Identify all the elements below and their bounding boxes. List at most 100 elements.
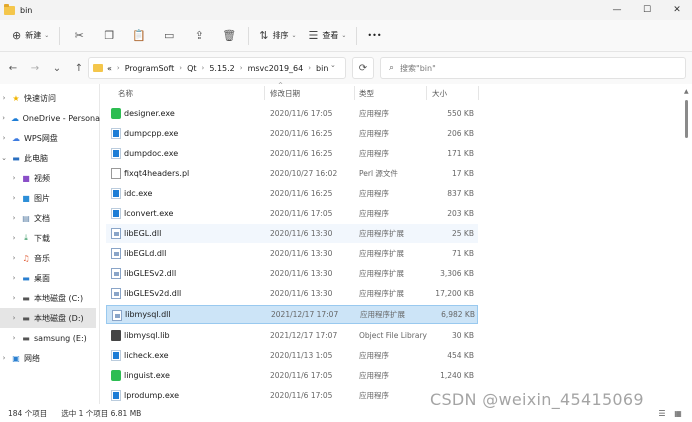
scroll-thumb[interactable] bbox=[685, 100, 688, 138]
cloud-icon: ☁ bbox=[11, 113, 19, 123]
file-row[interactable]: libGLESv2.dll 2020/11/6 13:30 应用程序扩展 3,3… bbox=[106, 264, 478, 283]
maximize-button[interactable]: ☐ bbox=[632, 0, 662, 20]
file-row[interactable]: dumpcpp.exe 2020/11/6 16:25 应用程序 206 KB bbox=[106, 124, 478, 143]
file-row[interactable]: linguist.exe 2020/11/6 17:05 应用程序 1,240 … bbox=[106, 366, 478, 385]
column-divider[interactable] bbox=[478, 86, 479, 100]
file-name: libmysql.lib bbox=[124, 331, 170, 340]
file-row[interactable]: designer.exe 2020/11/6 17:05 应用程序 550 KB bbox=[106, 104, 478, 123]
chevron-right-icon[interactable]: › bbox=[10, 294, 18, 302]
command-bar: ⊕ 新建 ⌄ ✂ ❐ 📋 ▭ ⇪ 🗑 ⇅ 排序 ⌄ ☰ 查看 ⌄ ••• bbox=[0, 20, 692, 52]
scroll-up-icon[interactable]: ▲ bbox=[684, 88, 689, 95]
divider bbox=[356, 26, 358, 45]
file-row[interactable]: libGLESv2d.dll 2020/11/6 13:30 应用程序扩展 17… bbox=[106, 284, 478, 303]
search-box[interactable]: ⌕ bbox=[380, 57, 686, 79]
column-header-date[interactable]: 修改日期 bbox=[270, 84, 356, 102]
share-button[interactable]: ⇪ bbox=[184, 24, 214, 48]
more-icon: ••• bbox=[367, 31, 382, 40]
file-row[interactable]: lprodump.exe 2020/11/6 17:05 应用程序 bbox=[106, 386, 478, 405]
file-row[interactable]: licheck.exe 2020/11/13 1:05 应用程序 454 KB bbox=[106, 346, 478, 365]
chevron-right-icon[interactable]: › bbox=[10, 274, 18, 282]
file-size: 454 KB bbox=[447, 351, 474, 360]
file-row[interactable]: libmysql.lib 2021/12/17 17:07 Object Fil… bbox=[106, 326, 478, 345]
chevron-right-icon[interactable]: › bbox=[0, 134, 8, 142]
file-row[interactable]: libEGL.dll 2020/11/6 13:30 应用程序扩展 25 KB bbox=[106, 224, 478, 243]
sidebar-item-music[interactable]: › ♫ 音乐 bbox=[0, 248, 100, 268]
file-name: libmysql.dll bbox=[125, 310, 171, 319]
sidebar-item-quick-access[interactable]: › ★ 快速访问 bbox=[0, 88, 100, 108]
file-row-selected[interactable]: libmysql.dll 2021/12/17 17:07 应用程序扩展 6,9… bbox=[106, 305, 478, 324]
file-row[interactable]: libEGLd.dll 2020/11/6 13:30 应用程序扩展 71 KB bbox=[106, 244, 478, 263]
file-row[interactable]: fixqt4headers.pl 2020/10/27 16:02 Perl 源… bbox=[106, 164, 478, 183]
sidebar-item-videos[interactable]: › ■ 视频 bbox=[0, 168, 100, 188]
address-dropdown-icon[interactable]: ⌄ bbox=[330, 61, 336, 69]
tiles-view-icon[interactable]: ▦ bbox=[672, 407, 684, 419]
file-name: lprodump.exe bbox=[124, 391, 180, 400]
sidebar-item-drive-e[interactable]: › ▬ samsung (E:) bbox=[0, 328, 100, 348]
refresh-button[interactable]: ⟳ bbox=[352, 57, 374, 79]
dll-icon bbox=[111, 248, 121, 259]
sidebar-item-this-pc[interactable]: ⌄ ▬ 此电脑 bbox=[0, 148, 100, 168]
breadcrumb-item[interactable]: 5.15.2 bbox=[209, 64, 234, 73]
new-label: 新建 bbox=[25, 31, 42, 40]
vertical-scrollbar[interactable]: ▲ bbox=[682, 84, 692, 404]
sidebar-item-network[interactable]: › ▣ 网络 bbox=[0, 348, 100, 368]
minimize-button[interactable]: — bbox=[602, 0, 632, 20]
chevron-right-icon[interactable]: › bbox=[10, 334, 18, 342]
up-button[interactable]: ↑ bbox=[68, 57, 90, 79]
chevron-right-icon[interactable]: › bbox=[10, 314, 18, 322]
copy-button[interactable]: ❐ bbox=[94, 24, 124, 48]
sidebar-item-desktop[interactable]: › ▬ 桌面 bbox=[0, 268, 100, 288]
sidebar-item-documents[interactable]: › ▤ 文档 bbox=[0, 208, 100, 228]
sidebar-item-drive-d[interactable]: › ▬ 本地磁盘 (D:) bbox=[0, 308, 96, 328]
file-type: 应用程序 bbox=[359, 209, 389, 218]
file-name: linguist.exe bbox=[124, 371, 170, 380]
chevron-right-icon[interactable]: › bbox=[10, 214, 18, 222]
column-divider[interactable] bbox=[426, 86, 427, 100]
delete-button[interactable]: 🗑 bbox=[214, 24, 244, 48]
sidebar-item-wps[interactable]: › ☁ WPS网盘 bbox=[0, 128, 100, 148]
paste-button[interactable]: 📋 bbox=[124, 24, 154, 48]
more-button[interactable]: ••• bbox=[361, 24, 387, 48]
sidebar-item-pictures[interactable]: › ■ 图片 bbox=[0, 188, 100, 208]
chevron-right-icon[interactable]: › bbox=[0, 114, 7, 122]
new-button[interactable]: ⊕ 新建 ⌄ bbox=[6, 24, 55, 48]
back-button[interactable]: ← bbox=[2, 57, 24, 79]
sort-button[interactable]: ⇅ 排序 ⌄ bbox=[253, 24, 302, 48]
forward-button[interactable]: → bbox=[24, 57, 46, 79]
column-divider[interactable] bbox=[354, 86, 355, 100]
sidebar-item-downloads[interactable]: › ⤓ 下载 bbox=[0, 228, 100, 248]
file-row[interactable]: idc.exe 2020/11/6 16:25 应用程序 837 KB bbox=[106, 184, 478, 203]
breadcrumb-overflow[interactable]: « bbox=[107, 64, 112, 73]
file-size: 6,982 KB bbox=[441, 310, 475, 319]
search-input[interactable] bbox=[400, 63, 651, 73]
file-row[interactable]: lconvert.exe 2020/11/6 17:05 应用程序 203 KB bbox=[106, 204, 478, 223]
column-header-type[interactable]: 类型 bbox=[359, 84, 429, 102]
cut-button[interactable]: ✂ bbox=[64, 24, 94, 48]
address-bar[interactable]: « › ProgramSoft › Qt › 5.15.2 › msvc2019… bbox=[88, 57, 346, 79]
close-button[interactable]: ✕ bbox=[662, 0, 692, 20]
app-icon bbox=[111, 390, 121, 401]
recent-button[interactable]: ⌄ bbox=[46, 57, 68, 79]
sidebar-item-drive-c[interactable]: › ▬ 本地磁盘 (C:) bbox=[0, 288, 100, 308]
sidebar-item-onedrive[interactable]: › ☁ OneDrive - Persona bbox=[0, 108, 100, 128]
column-header-name[interactable]: 名称 bbox=[118, 84, 268, 102]
chevron-right-icon[interactable]: › bbox=[0, 94, 8, 102]
chevron-right-icon[interactable]: › bbox=[10, 234, 18, 242]
breadcrumb-item[interactable]: msvc2019_64 bbox=[248, 64, 304, 73]
column-divider[interactable] bbox=[264, 86, 265, 100]
file-row[interactable]: dumpdoc.exe 2020/11/6 16:25 应用程序 171 KB bbox=[106, 144, 478, 163]
green-app-icon bbox=[111, 108, 121, 119]
breadcrumb-item[interactable]: Qt bbox=[187, 64, 196, 73]
chevron-down-icon[interactable]: ⌄ bbox=[0, 154, 8, 162]
file-name: fixqt4headers.pl bbox=[124, 169, 190, 178]
chevron-right-icon[interactable]: › bbox=[10, 254, 18, 262]
details-view-icon[interactable]: ☰ bbox=[656, 407, 668, 419]
chevron-right-icon[interactable]: › bbox=[10, 174, 18, 182]
column-header-size[interactable]: 大小 bbox=[432, 84, 476, 102]
breadcrumb-item[interactable]: ProgramSoft bbox=[125, 64, 175, 73]
chevron-right-icon[interactable]: › bbox=[0, 354, 8, 362]
breadcrumb-item[interactable]: bin bbox=[316, 64, 328, 73]
rename-button[interactable]: ▭ bbox=[154, 24, 184, 48]
chevron-right-icon[interactable]: › bbox=[10, 194, 18, 202]
view-button[interactable]: ☰ 查看 ⌄ bbox=[303, 24, 353, 48]
